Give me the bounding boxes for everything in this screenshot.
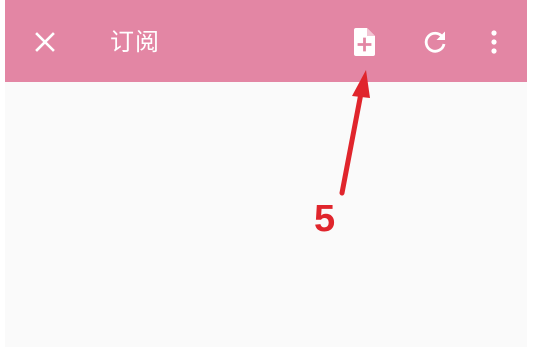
more-vertical-icon[interactable] (488, 29, 500, 55)
page-title: 订阅 (110, 28, 160, 56)
step-number-label: 5 (314, 198, 336, 240)
app-bar: 订阅 (5, 0, 527, 82)
add-file-icon[interactable] (352, 28, 376, 56)
app-frame: 订阅 (5, 0, 527, 347)
close-icon[interactable] (33, 30, 57, 54)
refresh-icon[interactable] (422, 29, 448, 55)
screenshot: 订阅 5 (0, 0, 540, 347)
